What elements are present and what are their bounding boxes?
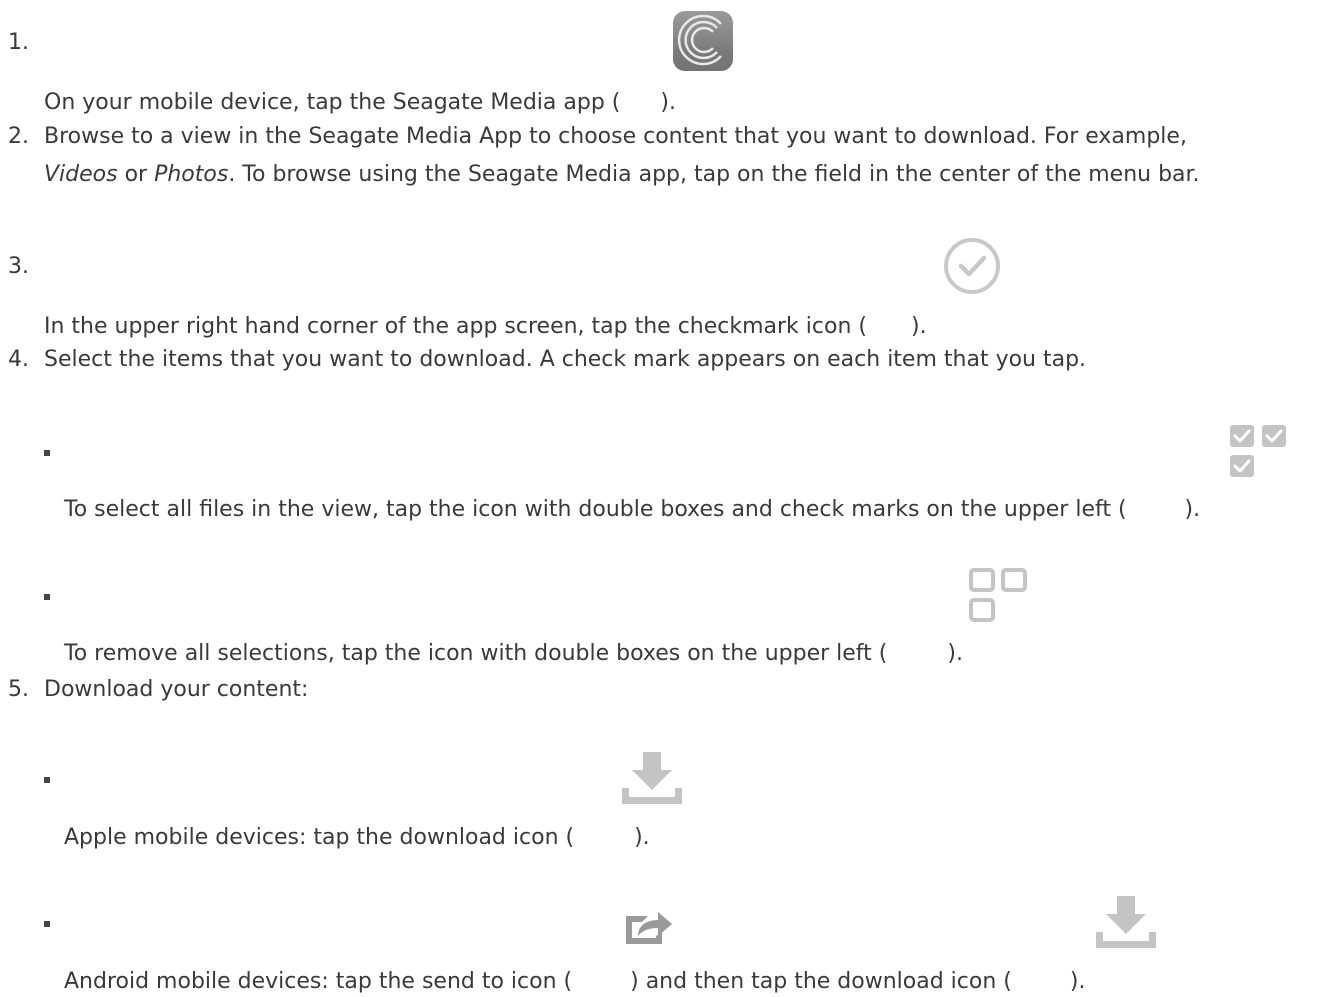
instructions-page: { "steps": [ { "number": "1.", "text": "… bbox=[0, 0, 1319, 996]
step-5-number: 5. bbox=[8, 677, 29, 702]
bullet-marker bbox=[44, 777, 50, 783]
download-icon bbox=[1094, 894, 1158, 950]
step-5-text: Download your content: bbox=[44, 677, 309, 702]
step-4-sub-2-text: To remove all selections, tap the icon w… bbox=[64, 641, 963, 666]
step-2-number: 2. bbox=[8, 124, 29, 149]
step-4-number: 4. bbox=[8, 347, 29, 372]
download-icon bbox=[620, 750, 684, 806]
seagate-media-app-icon bbox=[672, 10, 734, 72]
step-5-sub-2-text: Android mobile devices: tap the send to … bbox=[64, 969, 1086, 994]
step-1-text: On your mobile device, tap the Seagate M… bbox=[44, 90, 676, 115]
step-5-sub-1-text: Apple mobile devices: tap the download i… bbox=[64, 825, 650, 850]
bullet-marker bbox=[44, 921, 50, 927]
step-2-line-1: Browse to a view in the Seagate Media Ap… bbox=[44, 124, 1187, 149]
step-3-number: 3. bbox=[8, 254, 29, 279]
bullet-marker bbox=[44, 450, 50, 456]
select-all-icon bbox=[1228, 423, 1290, 479]
step-3-text: In the upper right hand corner of the ap… bbox=[44, 314, 927, 339]
send-to-icon bbox=[624, 906, 674, 946]
bullet-marker bbox=[44, 594, 50, 600]
checkmark-circle-icon bbox=[942, 236, 1002, 296]
step-4-text: Select the items that you want to downlo… bbox=[44, 347, 1087, 372]
step-1-number: 1. bbox=[8, 30, 29, 55]
step-2-line-2: Videos or Photos. To browse using the Se… bbox=[44, 162, 1200, 187]
deselect-all-icon bbox=[968, 567, 1028, 623]
step-4-sub-1-text: To select all files in the view, tap the… bbox=[64, 497, 1201, 522]
